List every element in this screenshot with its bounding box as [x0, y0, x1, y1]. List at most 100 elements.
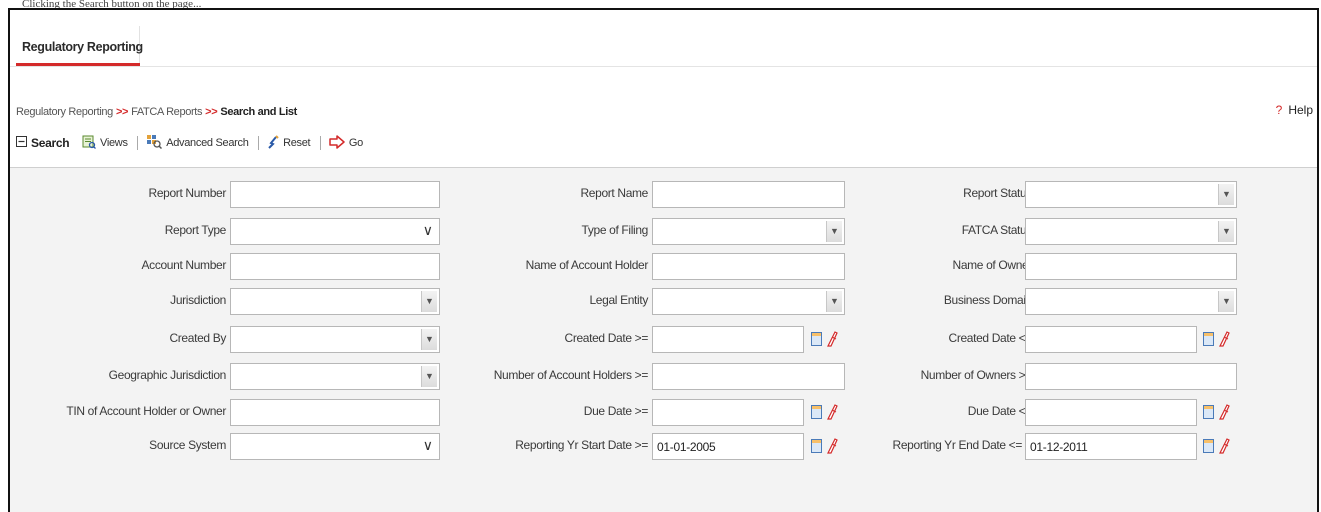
chevron-down-icon: ▼: [826, 291, 842, 312]
chevron-down-icon: ∨: [422, 222, 433, 238]
name-of-account-holder-label: Name of Account Holder: [525, 258, 649, 272]
tin-label: TIN of Account Holder or Owner: [66, 404, 226, 418]
advanced-search-icon: [146, 134, 163, 152]
tab-bar: Regulatory Reporting: [10, 10, 1317, 67]
chevron-down-icon: ▼: [421, 329, 437, 350]
chevron-down-icon: ▼: [421, 291, 437, 312]
eraser-icon[interactable]: [1218, 438, 1230, 454]
calendar-icon[interactable]: [811, 439, 822, 453]
calendar-icon[interactable]: [1203, 405, 1214, 419]
number-of-owners-label: Number of Owners >=: [920, 368, 1033, 382]
question-icon: ?: [1275, 103, 1283, 117]
legal-entity-select[interactable]: ▼: [652, 288, 845, 315]
search-form: Report Number Report Name Report Status …: [10, 167, 1317, 512]
tin-input[interactable]: [230, 399, 440, 426]
report-status-select[interactable]: ▼: [1025, 181, 1237, 208]
breadcrumb-separator: >>: [205, 106, 218, 118]
reporting-yr-end-input[interactable]: 01-12-2011: [1025, 433, 1197, 460]
toolbar-divider: [258, 136, 260, 150]
views-label: Views: [100, 137, 128, 149]
legal-entity-label: Legal Entity: [589, 293, 648, 307]
fatca-status-label: FATCA Status: [961, 223, 1033, 237]
geographic-jurisdiction-select[interactable]: ▼: [230, 363, 440, 390]
tab-regulatory-reporting[interactable]: Regulatory Reporting: [16, 26, 143, 66]
source-system-label: Source System: [149, 438, 226, 452]
help-label: Help: [1288, 103, 1313, 117]
source-system-select[interactable]: ∨: [230, 433, 440, 460]
created-date-to-input[interactable]: [1025, 326, 1197, 353]
reset-icon: [267, 134, 279, 152]
due-date-to-input[interactable]: [1025, 399, 1197, 426]
created-date-from-input[interactable]: [652, 326, 804, 353]
report-number-input[interactable]: [230, 181, 440, 208]
eraser-icon[interactable]: [1218, 404, 1230, 420]
type-of-filing-select[interactable]: ▼: [652, 218, 845, 245]
reporting-yr-start-input[interactable]: 01-01-2005: [652, 433, 804, 460]
eraser-icon[interactable]: [826, 438, 838, 454]
advanced-search-button[interactable]: Advanced Search: [146, 134, 249, 152]
calendar-icon[interactable]: [1203, 439, 1214, 453]
fatca-status-select[interactable]: ▼: [1025, 218, 1237, 245]
search-toolbar: Search Views Advanced Search Reset Go: [16, 134, 365, 156]
report-type-label: Report Type: [164, 223, 227, 237]
name-of-owner-input[interactable]: [1025, 253, 1237, 280]
report-name-input[interactable]: [652, 181, 845, 208]
calendar-icon[interactable]: [811, 405, 822, 419]
go-arrow-icon: [329, 134, 345, 152]
business-domain-select[interactable]: ▼: [1025, 288, 1237, 315]
jurisdiction-label: Jurisdiction: [170, 293, 226, 307]
report-name-label: Report Name: [580, 186, 648, 200]
chevron-down-icon: ▼: [1218, 291, 1234, 312]
help-link[interactable]: ? Help: [1276, 103, 1313, 117]
name-of-owner-label: Name of Owner: [952, 258, 1033, 272]
type-of-filing-label: Type of Filing: [581, 223, 649, 237]
created-date-from-label: Created Date >=: [564, 331, 649, 345]
search-label: Search: [31, 136, 70, 150]
report-status-label: Report Status: [963, 186, 1032, 200]
chevron-down-icon: ∨: [422, 437, 433, 453]
chevron-down-icon: ▼: [421, 366, 437, 387]
reporting-yr-start-label: Reporting Yr Start Date >=: [515, 438, 648, 452]
number-of-account-holders-input[interactable]: [652, 363, 845, 390]
toolbar-divider: [320, 136, 322, 150]
views-icon: [82, 135, 96, 152]
breadcrumb-separator: >>: [115, 106, 129, 118]
created-by-select[interactable]: ▼: [230, 326, 440, 353]
chevron-down-icon: ▼: [1218, 184, 1234, 205]
advanced-search-label: Advanced Search: [166, 137, 249, 149]
calendar-icon[interactable]: [1203, 332, 1214, 346]
jurisdiction-select[interactable]: ▼: [230, 288, 440, 315]
eraser-icon[interactable]: [826, 331, 838, 347]
eraser-icon[interactable]: [1218, 331, 1230, 347]
account-number-label: Account Number: [141, 258, 227, 272]
due-date-from-input[interactable]: [652, 399, 804, 426]
breadcrumb-section[interactable]: FATCA Reports: [131, 106, 202, 118]
number-of-account-holders-label: Number of Account Holders >=: [493, 368, 649, 382]
created-by-label: Created By: [169, 331, 226, 345]
number-of-owners-input[interactable]: [1025, 363, 1237, 390]
breadcrumb-current: Search and List: [220, 106, 297, 118]
views-button[interactable]: Views: [82, 135, 128, 152]
page-caption: Clicking the Search button on the page..…: [22, 0, 202, 8]
report-number-label: Report Number: [148, 186, 227, 200]
name-of-account-holder-input[interactable]: [652, 253, 845, 280]
due-date-from-label: Due Date >=: [583, 404, 649, 418]
report-type-select[interactable]: ∨: [230, 218, 440, 245]
calendar-icon[interactable]: [811, 332, 822, 346]
tab-label: Regulatory Reporting: [22, 40, 143, 54]
toolbar-divider: [137, 136, 139, 150]
geographic-jurisdiction-label: Geographic Jurisdiction: [108, 368, 227, 382]
search-toggle-button[interactable]: Search: [16, 136, 70, 150]
chevron-down-icon: ▼: [1218, 221, 1234, 242]
go-button[interactable]: Go: [329, 134, 363, 152]
account-number-input[interactable]: [230, 253, 440, 280]
reset-label: Reset: [283, 137, 311, 149]
created-date-to-label: Created Date <=: [948, 331, 1033, 345]
reporting-yr-end-label: Reporting Yr End Date <=: [892, 438, 1023, 452]
breadcrumb-root[interactable]: Regulatory Reporting: [16, 106, 113, 118]
reset-button[interactable]: Reset: [267, 134, 311, 152]
collapse-icon: [16, 136, 27, 150]
eraser-icon[interactable]: [826, 404, 838, 420]
app-window: Regulatory Reporting Regulatory Reportin…: [8, 8, 1319, 512]
go-label: Go: [348, 137, 363, 149]
